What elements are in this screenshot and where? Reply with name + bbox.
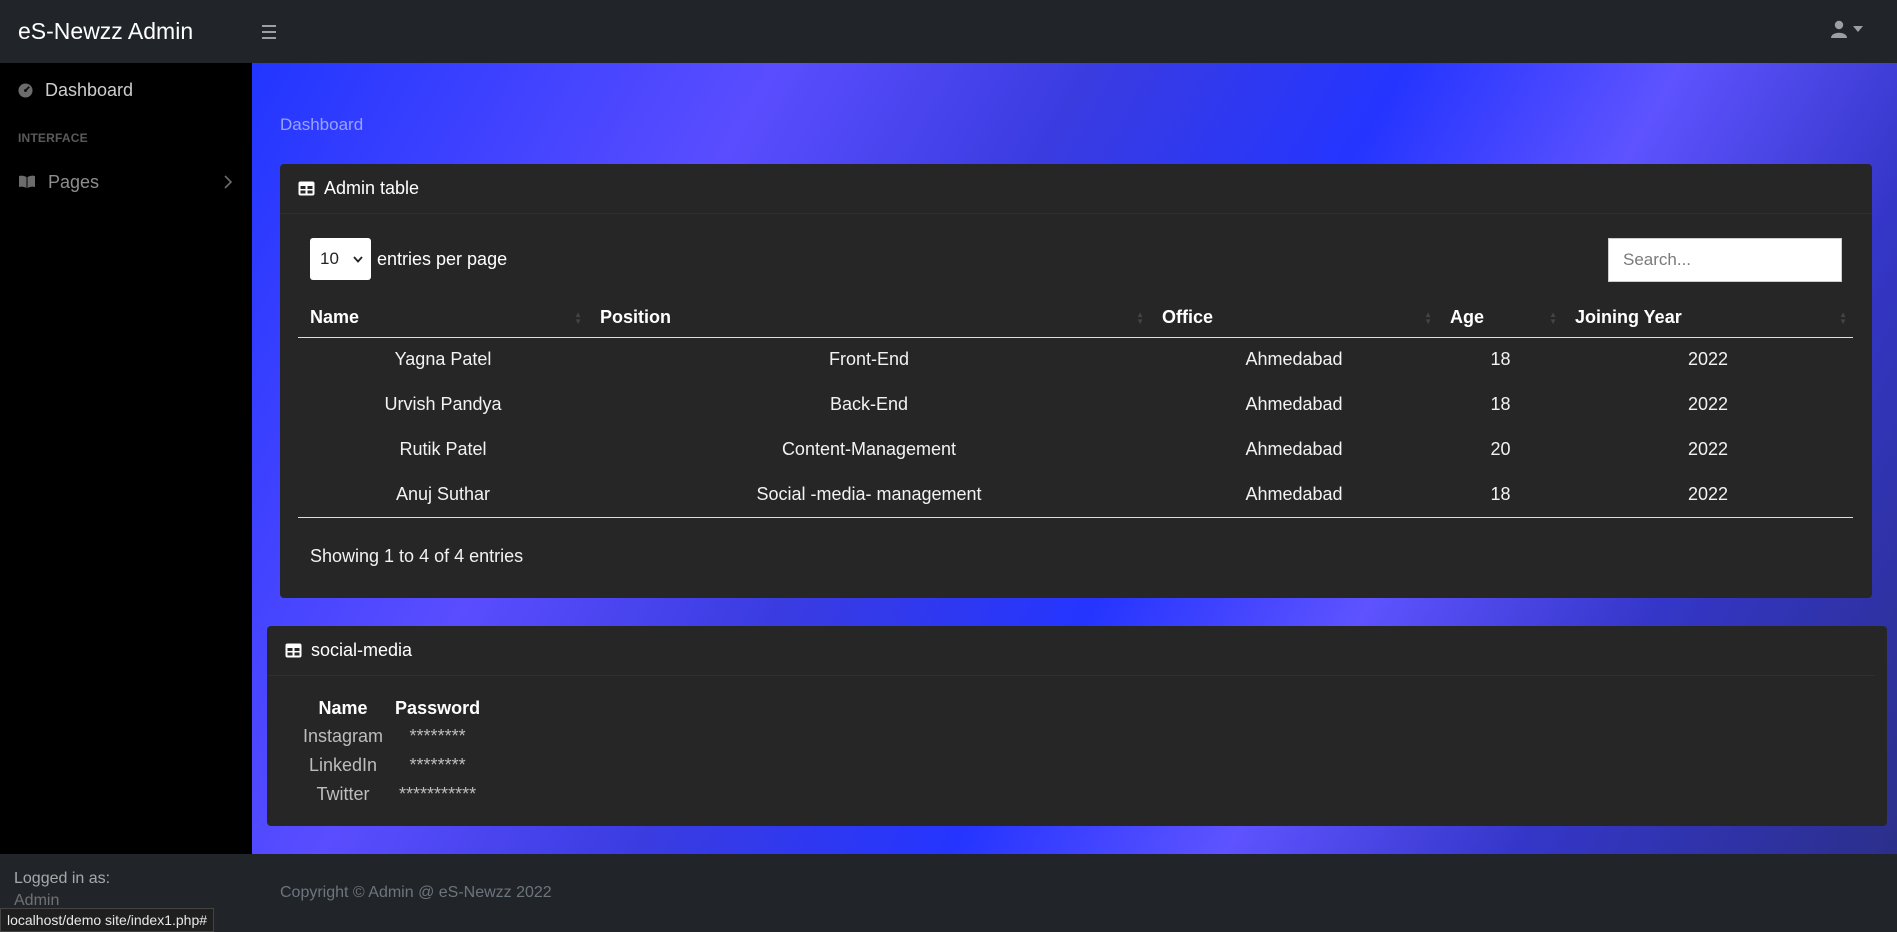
cell-password: ******** bbox=[409, 726, 466, 746]
column-header-name: Name bbox=[318, 697, 368, 718]
sidebar-item-pages[interactable]: Pages bbox=[0, 155, 252, 209]
social-media-card: social-media Name Password Instagram ***… bbox=[267, 626, 1887, 826]
sidebar: Dashboard INTERFACE Pages Logged in as: … bbox=[0, 63, 252, 932]
table-row: Rutik Patel Content-Management Ahmedabad… bbox=[298, 427, 1853, 472]
sort-icon: ▲ ▼ bbox=[1424, 310, 1432, 326]
card-title: Admin table bbox=[324, 178, 420, 198]
column-header-age[interactable]: Age ▲ ▼ bbox=[1438, 299, 1563, 338]
book-open-icon bbox=[19, 175, 35, 188]
cell-age: 20 bbox=[1490, 439, 1511, 459]
cell-password: *********** bbox=[399, 784, 477, 804]
card-title: social-media bbox=[311, 640, 413, 660]
cell-office: Ahmedabad bbox=[1245, 439, 1343, 459]
sidebar-item-dashboard[interactable]: Dashboard bbox=[0, 63, 252, 117]
cell-age: 18 bbox=[1490, 349, 1511, 370]
cell-joining-year: 2022 bbox=[1687, 439, 1729, 459]
table-header-row: Name ▲ ▼ Position ▲ ▼ Office ▲ ▼ Age ▲ ▼ Joining… bbox=[298, 299, 1853, 338]
link-status-tooltip: localhost/demo site/index1.php# bbox=[0, 908, 215, 932]
chevron-right-icon bbox=[224, 175, 232, 189]
cell-position: Front-End bbox=[828, 349, 910, 370]
sort-icon: ▲ ▼ bbox=[1136, 310, 1144, 326]
column-header-name[interactable]: Name ▲ ▼ bbox=[298, 299, 588, 338]
cell-name: Anuj Suthar bbox=[298, 472, 588, 518]
search-input[interactable] bbox=[1608, 238, 1842, 282]
cell-joining-year: 2022 bbox=[1563, 472, 1853, 518]
card-header: Admin table bbox=[280, 164, 1872, 214]
admin-table-card: Admin table 10 entries per page Name▲▼ P… bbox=[280, 164, 1872, 598]
cell-name: LinkedIn bbox=[308, 755, 378, 775]
column-header-joining-year[interactable]: Joining Year ▲ ▼ bbox=[1563, 299, 1853, 338]
dashboard-icon bbox=[18, 82, 33, 98]
user-icon bbox=[1831, 20, 1847, 38]
table-row: Urvish Pandya Back-End Ahmedabad 18 2022 bbox=[298, 382, 1853, 427]
cell-name: Twitter bbox=[316, 784, 370, 804]
cell-joining-year: 2022 bbox=[1687, 349, 1729, 370]
cell-name: Yagna Patel bbox=[394, 349, 492, 370]
cell-position: Social -media- management bbox=[588, 472, 1150, 518]
cell-position: Back-End bbox=[829, 394, 909, 414]
cell-office: Ahmedabad bbox=[1245, 349, 1343, 370]
table-header-row: Name Password bbox=[297, 694, 486, 722]
caret-down-icon bbox=[1853, 26, 1863, 32]
cell-password: ******** bbox=[409, 755, 466, 775]
cell-name: Urvish Pandya bbox=[384, 394, 502, 414]
admin-table: Name ▲ ▼ Position ▲ ▼ Office ▲ ▼ Age ▲ ▼ Joining… bbox=[298, 299, 1853, 518]
chevron-down-icon bbox=[353, 255, 363, 263]
table-row: Instagram ******** bbox=[297, 722, 486, 751]
table-row: Yagna Patel Front-End Ahmedabad 18 2022 bbox=[298, 337, 1853, 382]
copyright-text: Copyright © Admin @ eS-Newzz 2022 bbox=[280, 884, 552, 901]
cell-office: Ahmedabad bbox=[1150, 472, 1438, 518]
column-header-office[interactable]: Office ▲ ▼ bbox=[1150, 299, 1438, 338]
breadcrumb[interactable]: Dashboard bbox=[280, 115, 363, 135]
table-icon bbox=[298, 181, 315, 196]
top-navbar: eS-Newzz Admin bbox=[0, 0, 1897, 63]
column-header-position[interactable]: Position ▲ ▼ bbox=[588, 299, 1150, 338]
sort-icon: ▲ ▼ bbox=[1549, 310, 1557, 326]
sidebar-item-label: Pages bbox=[48, 171, 100, 192]
sidebar-item-label: Dashboard bbox=[45, 79, 134, 100]
sidebar-heading: INTERFACE bbox=[18, 131, 88, 145]
cell-joining-year: 2022 bbox=[1687, 394, 1729, 414]
main-content: Dashboard Admin table 10 entries per pag… bbox=[252, 63, 1897, 854]
table-row: LinkedIn ******** bbox=[297, 751, 486, 780]
table-icon bbox=[285, 643, 302, 658]
cell-age: 18 bbox=[1490, 394, 1511, 414]
cell-name: Instagram bbox=[303, 726, 384, 746]
entries-control: 10 entries per page bbox=[310, 238, 507, 280]
social-media-table: Name Password Instagram ******** LinkedI… bbox=[297, 694, 486, 809]
cell-office: Ahmedabad bbox=[1245, 394, 1343, 414]
cell-position: Content-Management bbox=[781, 439, 957, 459]
sort-icon: ▲ ▼ bbox=[1839, 310, 1847, 326]
column-header-password: Password bbox=[395, 697, 481, 718]
card-header: social-media bbox=[267, 626, 1875, 676]
table-row: Anuj Suthar Social -media- management Ah… bbox=[298, 472, 1853, 518]
cell-name: Rutik Patel bbox=[399, 439, 487, 459]
brand-title[interactable]: eS-Newzz Admin bbox=[0, 18, 252, 45]
table-row: Twitter *********** bbox=[297, 780, 486, 809]
cell-age: 18 bbox=[1438, 472, 1563, 518]
select-value: 10 bbox=[320, 249, 339, 268]
sort-icon: ▲ ▼ bbox=[574, 310, 582, 326]
user-menu-button[interactable] bbox=[1831, 20, 1863, 38]
page-footer: Copyright © Admin @ eS-Newzz 2022 bbox=[252, 854, 1897, 932]
sidebar-toggle-icon[interactable] bbox=[262, 19, 288, 45]
entries-per-page-select[interactable]: 10 bbox=[310, 238, 371, 280]
table-info: Showing 1 to 4 of 4 entries bbox=[310, 546, 524, 566]
entries-per-page-label: entries per page bbox=[377, 248, 508, 269]
logged-in-label: Logged in as: bbox=[14, 870, 111, 887]
